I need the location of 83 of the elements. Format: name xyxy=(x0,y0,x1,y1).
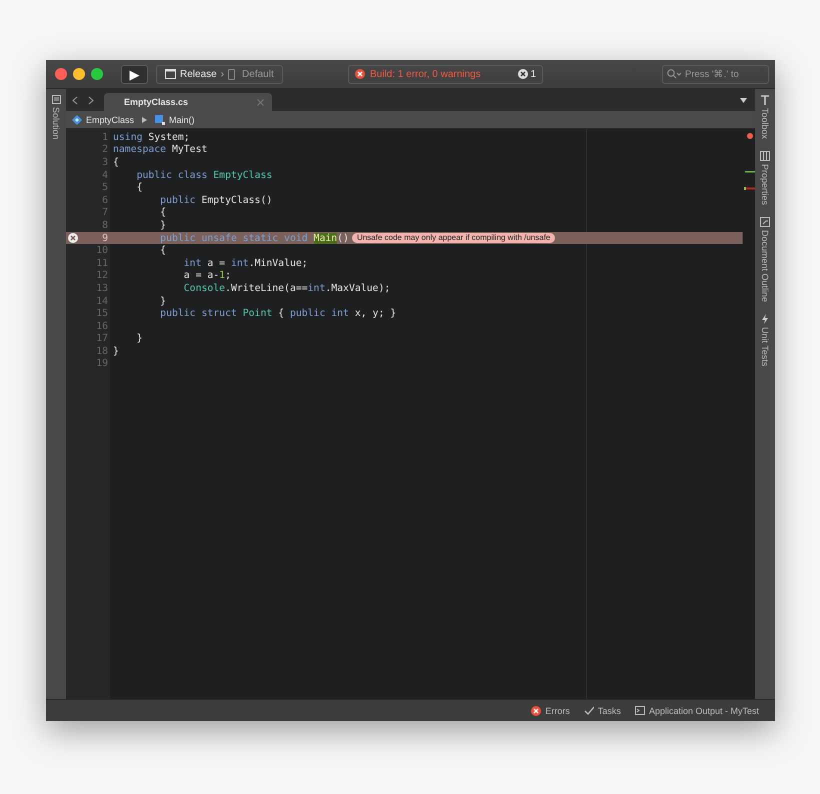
separator-chevron: › xyxy=(220,68,224,80)
breadcrumb-item[interactable]: Main() xyxy=(155,114,195,124)
window-control-icon xyxy=(55,68,67,80)
line-number: 12 xyxy=(96,270,108,282)
line-number: 19 xyxy=(96,358,108,370)
change-marker xyxy=(745,171,755,173)
lightning-icon xyxy=(760,314,770,324)
pad-tab[interactable]: Unit Tests xyxy=(760,314,770,366)
checkmark-icon xyxy=(584,706,594,716)
pad-tab[interactable]: Solution xyxy=(51,95,61,140)
code-line: namespace MyTest xyxy=(113,144,208,156)
toolbox-icon xyxy=(760,95,770,105)
error-message: Unsafe code may only appear if compiling with /unsafe xyxy=(352,233,556,244)
line-number: 8 xyxy=(102,220,108,231)
pad-tab[interactable]: Document Outline xyxy=(760,217,770,302)
code-line: a = a-1; xyxy=(182,270,231,282)
line-number: 16 xyxy=(96,320,108,332)
error-marker xyxy=(744,187,755,190)
error-count[interactable]: 1 xyxy=(518,68,536,80)
line-number: 11 xyxy=(96,258,108,269)
device-label: Default xyxy=(242,68,274,80)
error-marker xyxy=(747,133,753,139)
search-icon xyxy=(667,69,681,79)
line-number: 6 xyxy=(102,194,108,206)
code-line: } xyxy=(136,333,142,344)
code-line: } xyxy=(159,296,166,307)
code-line: Console.WriteLine(a==int.MaxValue); xyxy=(182,282,390,294)
line-number: 9 xyxy=(102,232,108,244)
line-number: 2 xyxy=(102,144,108,156)
chevron-icon xyxy=(142,116,148,122)
configuration-label: Release xyxy=(180,68,217,80)
window-control-icon xyxy=(91,68,103,80)
status-pad-button[interactable]: Tasks xyxy=(584,706,621,716)
document-tab[interactable]: EmptyClass.cs xyxy=(104,93,272,111)
line-number: 4 xyxy=(102,170,108,181)
code-line: { xyxy=(136,182,142,194)
window-control-icon xyxy=(73,68,85,80)
code-line: public struct Point { public int x, y; } xyxy=(159,308,396,320)
status-pad-button[interactable]: Application Output - MyTest xyxy=(634,706,759,716)
window-icon xyxy=(165,69,176,79)
line-number: 14 xyxy=(96,296,108,307)
code-line: { xyxy=(159,245,166,256)
line-number: 17 xyxy=(96,333,108,344)
code-line: using System; xyxy=(113,132,190,143)
configuration-selector[interactable]: Release › Default xyxy=(156,64,283,84)
columns-icon xyxy=(760,151,770,162)
code-line: { xyxy=(159,207,166,218)
code-line: } xyxy=(113,346,119,357)
line-number: 7 xyxy=(102,207,108,218)
code-line: } xyxy=(159,220,166,231)
line-number: 15 xyxy=(96,308,108,320)
line-number: 13 xyxy=(96,282,108,294)
build-status-text: Build: 1 error, 0 warnings xyxy=(370,68,482,80)
terminal-icon xyxy=(634,706,645,716)
code-line: int a = int.MinValue; xyxy=(182,258,308,269)
error-icon xyxy=(355,69,365,79)
error-icon xyxy=(518,69,528,79)
pad-tab[interactable]: Properties xyxy=(760,151,770,206)
breadcrumb-item[interactable]: EmptyClass xyxy=(72,114,134,124)
line-number: 18 xyxy=(96,346,108,357)
search-field[interactable]: Press '⌘.' to xyxy=(662,64,769,84)
back-icon xyxy=(72,96,78,104)
line-number: 10 xyxy=(96,245,108,256)
phone-icon xyxy=(228,68,236,80)
class-icon xyxy=(72,114,82,124)
line-number: 3 xyxy=(102,156,108,168)
error-icon xyxy=(531,706,542,716)
error-count-text: 1 xyxy=(530,68,536,80)
forward-icon xyxy=(88,96,94,104)
run-button[interactable]: ▶ xyxy=(121,64,148,84)
code-line: public class EmptyClass xyxy=(136,170,272,181)
code-line: public EmptyClass() xyxy=(159,194,272,206)
panel-icon xyxy=(52,95,60,104)
close-icon xyxy=(257,98,264,106)
status-pad-button[interactable]: Errors xyxy=(531,706,570,716)
pad-tab[interactable]: Toolbox xyxy=(760,95,770,140)
code-line: public unsafe static void Main() xyxy=(159,232,349,244)
line-number: 1 xyxy=(102,132,108,143)
line-number: 5 xyxy=(102,182,108,194)
outline-icon xyxy=(760,217,770,228)
dropdown-icon xyxy=(740,98,747,102)
method-icon xyxy=(155,114,166,124)
code-line: { xyxy=(113,156,119,168)
